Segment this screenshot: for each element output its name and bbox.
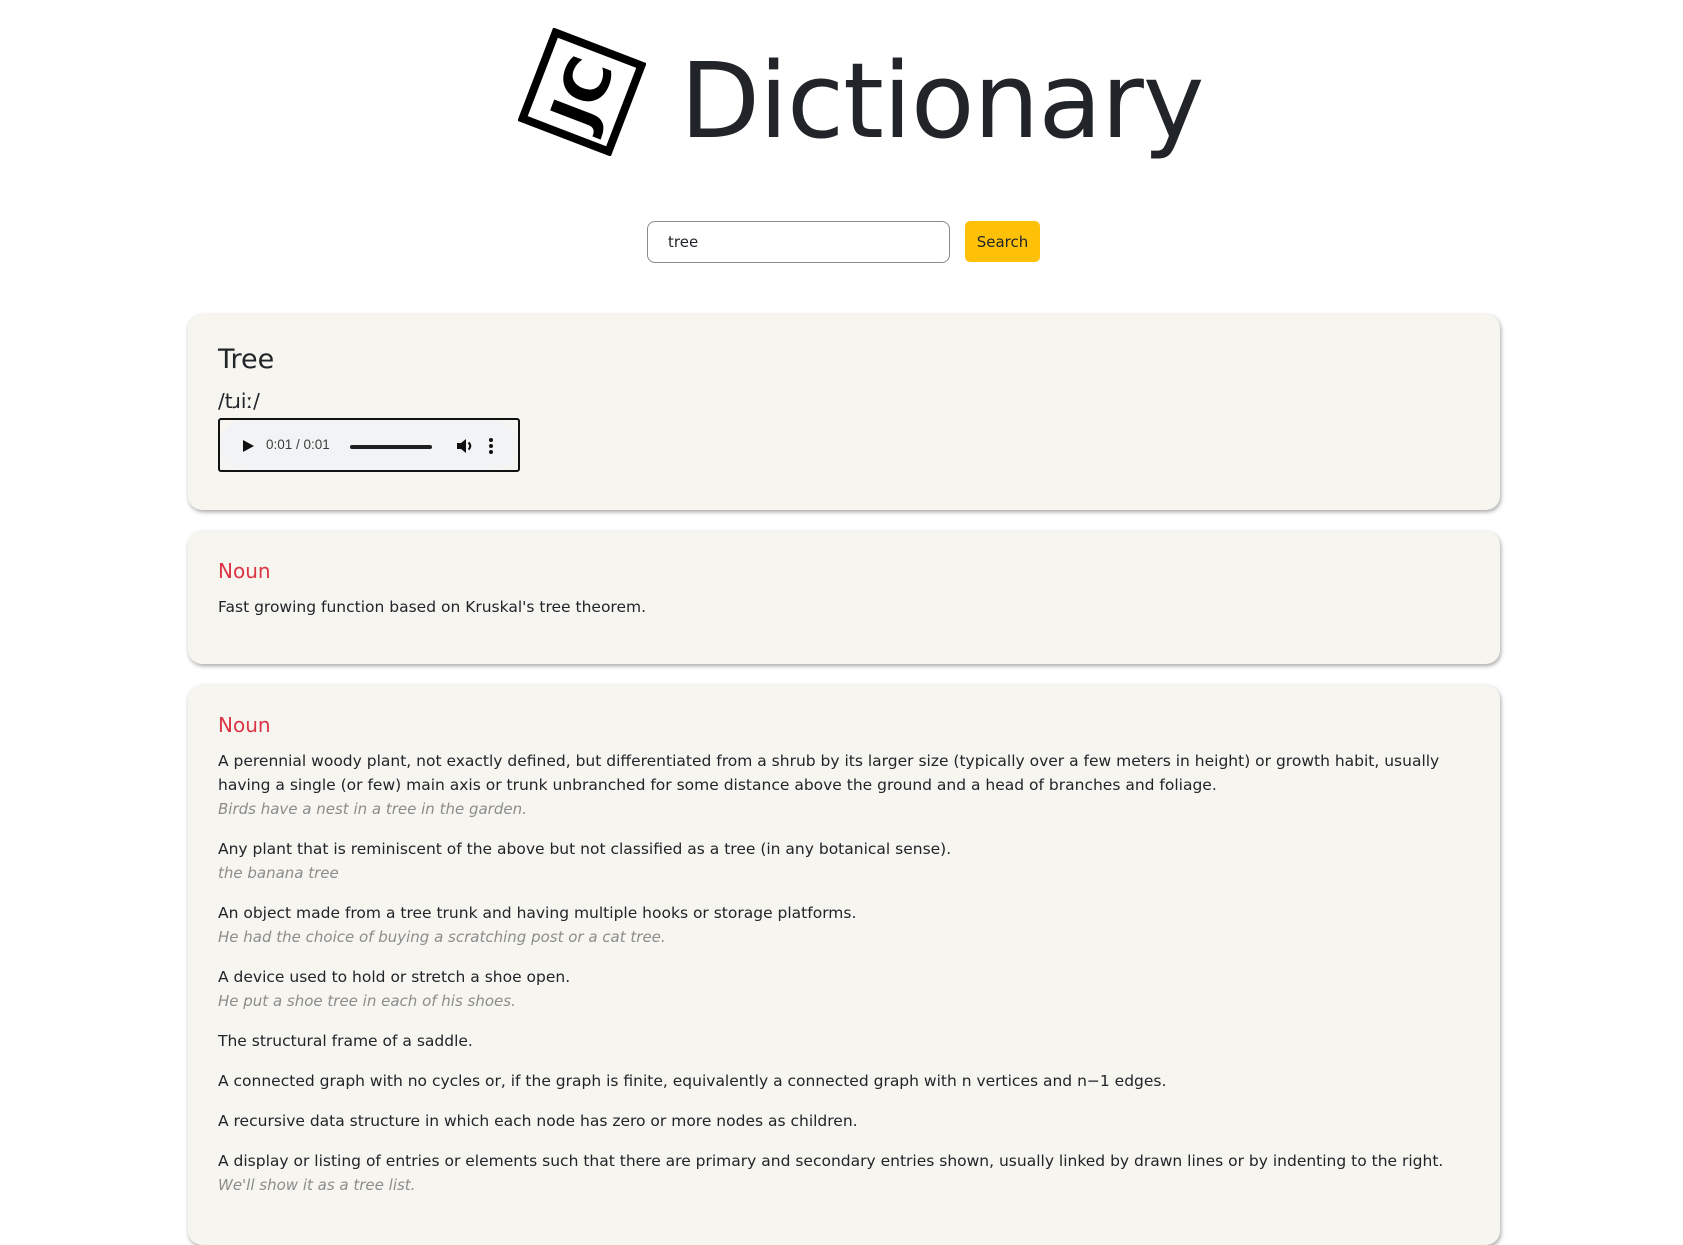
definition-item: A connected graph with no cycles or, if … — [218, 1069, 1470, 1093]
audio-player[interactable]: 0:01 / 0:01 — [218, 418, 520, 472]
phonetic: /tɹiː/ — [218, 389, 260, 413]
search-button[interactable]: Search — [965, 221, 1040, 262]
part-of-speech: Noun — [218, 713, 271, 737]
definition-example: We'll show it as a tree list. — [218, 1176, 416, 1194]
definition-example: Birds have a nest in a tree in the garde… — [218, 800, 527, 818]
audio-progress-fill — [350, 445, 432, 449]
play-icon[interactable] — [240, 438, 256, 454]
audio-progress-slider[interactable] — [350, 445, 432, 449]
definition-text: A device used to hold or stretch a shoe … — [218, 968, 571, 986]
definition-list: Fast growing function based on Kruskal's… — [218, 595, 1470, 635]
definition-item: An object made from a tree trunk and hav… — [218, 901, 1470, 949]
part-of-speech: Noun — [218, 559, 271, 583]
definition-text: Fast growing function based on Kruskal's… — [218, 598, 647, 616]
definition-text: Any plant that is reminiscent of the abo… — [218, 840, 952, 858]
definition-text: A perennial woody plant, not exactly def… — [218, 752, 1440, 794]
definition-text: A recursive data structure in which each… — [218, 1112, 858, 1130]
definition-item: A display or listing of entries or eleme… — [218, 1149, 1470, 1197]
definition-item: A perennial woody plant, not exactly def… — [218, 749, 1470, 821]
definition-list: A perennial woody plant, not exactly def… — [218, 749, 1470, 1213]
meaning-card: Noun A perennial woody plant, not exactl… — [188, 685, 1500, 1245]
definition-item: A recursive data structure in which each… — [218, 1109, 1470, 1133]
meaning-card: Noun Fast growing function based on Krus… — [188, 531, 1500, 664]
word-heading: Tree — [218, 344, 275, 375]
jc-logo-icon: JC — [518, 28, 646, 156]
definition-item: Fast growing function based on Kruskal's… — [218, 595, 1470, 619]
definition-text: An object made from a tree trunk and hav… — [218, 904, 857, 922]
definition-item: A device used to hold or stretch a shoe … — [218, 965, 1470, 1013]
definition-item: Any plant that is reminiscent of the abo… — [218, 837, 1470, 885]
volume-icon[interactable] — [455, 436, 475, 456]
definition-item: The structural frame of a saddle. — [218, 1029, 1470, 1053]
definition-example: He put a shoe tree in each of his shoes. — [218, 992, 516, 1010]
page-title: Dictionary — [680, 40, 1204, 162]
header: JC Dictionary — [0, 0, 1683, 180]
definition-example: He had the choice of buying a scratching… — [218, 928, 666, 946]
more-options-icon[interactable] — [486, 436, 496, 456]
search-input[interactable] — [647, 221, 950, 263]
definition-example: the banana tree — [218, 864, 339, 882]
word-card: Tree /tɹiː/ 0:01 / 0:01 — [188, 314, 1500, 510]
definition-text: A connected graph with no cycles or, if … — [218, 1072, 1167, 1090]
definition-text: A display or listing of entries or eleme… — [218, 1152, 1444, 1170]
audio-time: 0:01 / 0:01 — [266, 437, 330, 452]
definition-text: The structural frame of a saddle. — [218, 1032, 473, 1050]
